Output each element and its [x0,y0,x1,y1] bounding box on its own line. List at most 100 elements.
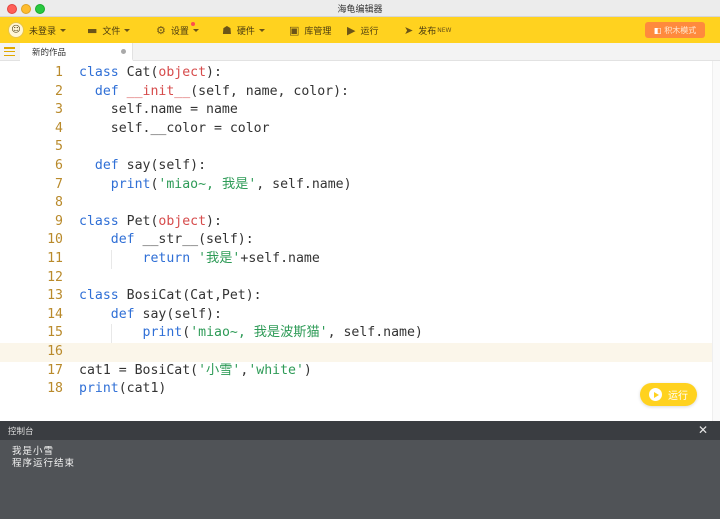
code-token: Cat( [126,65,159,80]
close-icon[interactable]: ✕ [698,423,708,437]
code-token: def [94,83,127,99]
code-text: class Pet(object): [79,213,222,232]
code-token: 'miao~, 我是' [158,176,257,192]
code-line[interactable]: 6 def say(self): [0,157,712,176]
code-line[interactable]: 9 class Pet(object): [0,213,712,232]
code-text: print(cat1) [79,380,166,399]
code-text: def __str__(self): [79,231,254,250]
line-number: 2 [55,83,63,99]
notification-dot [191,22,195,26]
code-text: self.name = name [79,101,238,120]
code-text: def say(self): [79,306,222,325]
publish-button[interactable]: ➤ 发布 NEW [404,17,451,43]
code-text: cat1 = BosiCat('小雪','white') [79,362,312,381]
code-token: __str__(self): [142,232,254,248]
chevron-down-icon [60,28,67,32]
console-output: 我是小雪 程序运行结束 [0,440,720,519]
code-token: ): [206,65,222,80]
code-line[interactable]: 13 class BosiCat(Cat,Pet): [0,287,712,306]
code-token: 'miao~, 我是波斯猫' [190,325,328,341]
code-text: print('miao~, 我是波斯猫', self.name) [79,324,423,343]
code-token: object [158,65,207,80]
code-line[interactable]: 15 print('miao~, 我是波斯猫', self.name) [0,324,712,343]
code-line[interactable]: 7 print('miao~, 我是', self.name) [0,176,712,195]
unsaved-dot-icon[interactable] [121,49,126,54]
play-icon [649,388,662,401]
tab-new-work[interactable]: 新的作品 [20,43,133,61]
console-output-line: 程序运行结束 [12,458,76,469]
code-token: def [94,158,127,173]
line-number: 5 [55,139,63,155]
code-line[interactable]: 16 [0,343,712,362]
code-token: +self.name [240,251,320,266]
window-title: 海龟编辑器 [337,5,383,15]
line-number: 18 [47,381,63,397]
code-line[interactable]: 5 [0,138,712,157]
hamburger-menu-icon[interactable] [4,46,15,57]
code-line[interactable]: 3 self.name = name [0,101,712,120]
line-number: 13 [47,288,63,304]
run-button[interactable]: 运行 [640,383,697,406]
code-text: self.__color = color [79,120,270,139]
code-line[interactable]: 11 return '我是'+self.name [0,250,712,269]
code-token: say(self): [142,306,222,322]
run-toolbar-button[interactable]: ▶ 运行 [347,17,378,43]
send-icon: ➤ [404,23,414,37]
code-token: def [110,306,143,322]
code-token: BosiCat(Cat,Pet): [126,288,262,304]
code-line[interactable]: 1 class Cat(object): [0,64,712,83]
folder-icon: ▬ [87,23,98,37]
line-number: 4 [55,120,63,136]
code-token: , self.name) [327,325,423,341]
code-text: def __init__(self, name, color): [79,83,349,102]
code-text: return '我是'+self.name [79,250,320,269]
code-token: print [110,176,151,192]
line-number: 10 [47,232,63,248]
indent-guide [110,250,112,269]
library-button[interactable]: ▣ 库管理 [289,17,331,43]
code-token: class [79,288,127,304]
code-line[interactable]: 4 self.__color = color [0,120,712,139]
code-token: print [79,381,119,397]
blocks-icon: ◧ [653,25,662,35]
code-line[interactable]: 14 def say(self): [0,306,712,325]
code-line[interactable]: 8 [0,194,712,213]
code-token: (self, name, color): [190,83,349,99]
code-token: return [142,251,199,266]
code-line[interactable]: 12 [0,269,712,288]
code-token: say(self): [126,158,207,173]
login-button[interactable]: ☺ 未登录 [8,17,67,43]
code-token: 'white' [248,362,304,378]
code-editor[interactable]: 1 class Cat(object): 2 def __init__(self, … [0,61,720,421]
code-token: ) [303,362,312,378]
line-number: 8 [55,195,63,211]
code-line[interactable]: 17 cat1 = BosiCat('小雪','white') [0,362,712,381]
window-titlebar: 海龟编辑器 [0,0,720,17]
block-mode-button[interactable]: ◧ 积木模式 [645,22,705,38]
code-token: ( [182,325,191,341]
editor-scrollbar[interactable] [712,61,720,421]
code-line[interactable]: 18 print(cat1) [0,380,712,399]
play-icon: ▶ [347,23,356,37]
code-token: , self.name) [256,176,352,192]
settings-menu-label: 设置 [170,26,189,37]
line-number: 17 [47,362,63,378]
hardware-menu-button[interactable]: ☗ 硬件 [222,17,265,43]
code-line[interactable]: 2 def __init__(self, name, color): [0,83,712,102]
line-number: 16 [47,344,63,359]
library-icon: ▣ [289,23,300,37]
file-menu-button[interactable]: ▬ 文件 [87,17,131,43]
line-number: 14 [47,306,63,322]
hardware-menu-label: 硬件 [236,26,255,37]
code-token: '小雪' [198,362,241,378]
settings-menu-button[interactable]: ⚙ 设置 [156,17,199,43]
code-token: '我是' [198,251,241,266]
line-number: 15 [47,325,63,341]
code-line[interactable]: 10 def __str__(self): [0,231,712,250]
avatar: ☺ [8,22,24,38]
